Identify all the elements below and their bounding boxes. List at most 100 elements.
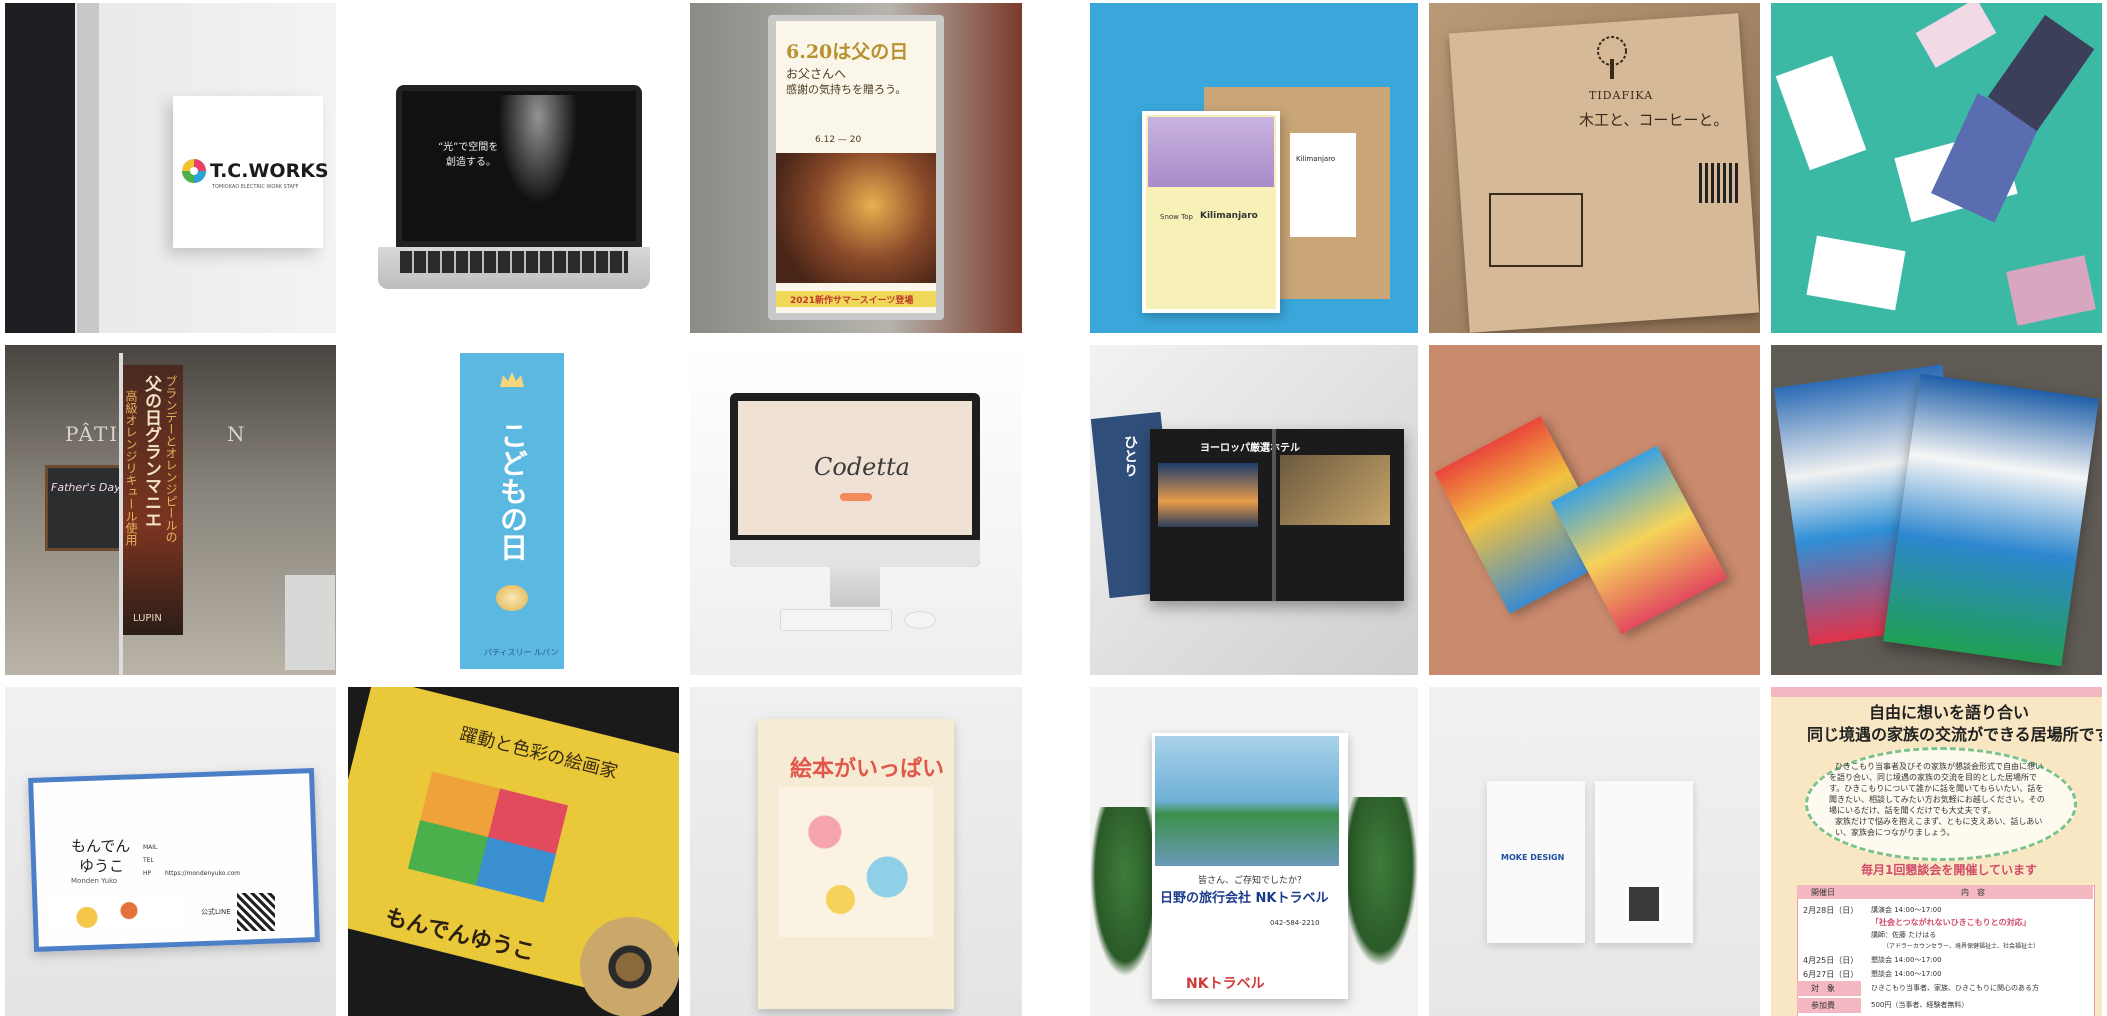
card-mail-label: MAIL (143, 844, 158, 851)
plant-left (1090, 807, 1160, 977)
card-name-roman: Monden Yuko (71, 877, 118, 885)
intro-line-5: 場にいるだけ、話を聞くだけでも大丈夫です。 (1829, 806, 1996, 815)
schedule-lecturer: 講師：佐藤 たけはる (1871, 931, 1937, 939)
screen-spotlight (498, 95, 578, 205)
poster-company-title: 日野の旅行会社 NKトラベル (1160, 891, 1329, 906)
poster-banner-text: 2021新作サマースイーツ登場 (790, 296, 914, 306)
leopard-art (580, 917, 679, 1016)
shop-sign-right: N (227, 422, 245, 446)
tidafika-title: TIDAFIKA (1589, 89, 1654, 102)
intro-line-2: を語り合い、同じ境遇の家族の交流を目的とした居場所で (1829, 773, 2037, 782)
tile-flyers-blue[interactable] (1771, 345, 2102, 675)
magazine-spine (1272, 429, 1276, 601)
mouse (904, 611, 936, 629)
card-qr-code (237, 893, 275, 931)
tile-tcworks-sign[interactable]: T.C.WORKS TOMIOKAO ELECTRIC WORK STAFF (5, 3, 336, 333)
monitor-stand (830, 567, 880, 607)
poster-phone: 042-584-2210 (1270, 919, 1320, 927)
tile-flyers-salmon[interactable] (1429, 345, 1760, 675)
schedule-content-1: 講演会 14:00～17:00 (1871, 906, 1942, 914)
target-label: 対 象 (1811, 984, 1835, 993)
plant-right (1342, 797, 1418, 967)
magazine-photo-room (1280, 455, 1390, 525)
tile-tidafika-flyer[interactable]: TIDAFIKA 木工と、コーヒーと。 (1429, 3, 1760, 333)
bag-label-text: Kilimanjaro (1296, 155, 1336, 163)
tile-patisserie-banner[interactable]: PÂTISS N Father's Day 父の日グランマニエ 高級オレンジリキ… (5, 345, 336, 675)
poster-line-1: お父さんへ (786, 67, 847, 81)
schedule-header-row (1797, 885, 2093, 899)
keyboard (780, 609, 892, 631)
poster-title: 6.20は父の日 (786, 41, 909, 63)
laptop-headline-2: 創造する。 (446, 157, 496, 168)
schedule-lecturer-role: （アドラーカウンセラー、境界保健福祉士、社会福祉士） (1883, 943, 2039, 950)
tile-codetta-website[interactable]: Codetta (690, 345, 1022, 675)
poster-cake-icon (496, 585, 528, 611)
tile-moke-design[interactable]: MOKE DESIGN (1429, 687, 1760, 1016)
poster-cake-image (776, 153, 936, 283)
menu-card-title: Kilimanjaro (1200, 211, 1258, 221)
card-hp-label: HP (143, 870, 152, 877)
schedule-date-2: 4月25日（日） (1803, 956, 1859, 965)
door-frame (77, 3, 99, 333)
flyer-top-band (1771, 687, 2102, 697)
schedule-content-2: 懇談会 14:00～17:00 (1871, 956, 1942, 964)
flyer-right (1550, 445, 1728, 635)
tile-picture-book-flyer[interactable]: 絵本がいっぱい (690, 687, 1022, 1016)
tcworks-logo-text: T.C.WORKS (210, 160, 329, 182)
poster-dates: 6.12 — 20 (815, 135, 862, 145)
laptop-keys (400, 251, 628, 273)
tcworks-logo-icon (182, 159, 206, 183)
codetta-logo: Codetta (814, 453, 910, 481)
air-conditioner (285, 575, 335, 670)
flyer-headline-2: 同じ境遇の家族の交流ができる居場所です (1807, 725, 2102, 744)
intro-line-6: 家族だけで悩みを抱えこまず、ともに支えあい、話しあい (1835, 817, 2043, 826)
tile-kilimanjaro-package[interactable]: Kilimanjaro Snow Top Kilimanjaro (1090, 3, 1418, 333)
magazine-headline: ヨーロッパ厳選ホテル (1200, 443, 1300, 454)
tile-fathers-day-poster[interactable]: 6.20は父の日 お父さんへ 感謝の気持ちを贈ろう。 6.12 — 20 202… (690, 3, 1022, 333)
bag-label (1290, 133, 1356, 237)
fee-label: 参加費 (1811, 1001, 1835, 1010)
flyer-map (1489, 193, 1583, 267)
banner-sub-text-2: ブランデーとオレンジピールの (164, 375, 178, 543)
tile-nk-travel-poster[interactable]: 皆さん、ご存知でしたか？ 日野の旅行会社 NKトラベル 042-584-2210… (1090, 687, 1418, 1016)
tidafika-tagline: 木工と、コーヒーと。 (1579, 111, 1729, 129)
card-name-2: ゆうこ (79, 857, 125, 875)
flyer-front (1883, 373, 2099, 667)
target-value: ひきこもり当事者、家族、ひきこもりに関心のある方 (1871, 984, 2039, 992)
card-tel-label: TEL (143, 857, 154, 864)
crown-icon (500, 372, 524, 387)
codetta-button (840, 493, 872, 501)
poster-logo: NKトラベル (1186, 976, 1265, 992)
poster-shop-name: パティスリー ルパン (484, 648, 559, 657)
card-6 (2006, 255, 2096, 326)
card-flower-illustration (45, 897, 185, 931)
banner-sub-text-1: 高級オレンジリキュール使用 (124, 390, 138, 546)
banner-brand: LUPIN (133, 613, 162, 624)
magazine-back-title: ひとり (1122, 435, 1138, 477)
schedule-col-date: 開催日 (1811, 888, 1835, 897)
moke-logo-text: MOKE DESIGN (1501, 853, 1565, 862)
tile-business-cards-teal[interactable] (1771, 3, 2102, 333)
tile-travel-magazine[interactable]: ひとり ヨーロッパ厳選ホテル (1090, 345, 1418, 675)
tile-kodomo-no-hi[interactable]: こどもの日 パティスリー ルパン (348, 345, 679, 675)
intro-line-7: い、家族会につながりましょう。 (1835, 828, 1955, 837)
card-5 (1806, 235, 1906, 311)
poster-title-vertical: こどもの日 (496, 421, 529, 561)
intro-line-3: す。ひきこもりについて誰かに話を聞いてもらいたい、話を (1829, 784, 2044, 793)
envelope-front (1487, 781, 1585, 943)
fee-value: 500円（当事者、経験者無料） (1871, 1001, 1969, 1009)
card-name-1: もんでん (71, 837, 131, 855)
card-7 (1915, 3, 1997, 68)
schedule-date-1: 2月28日（日） (1803, 906, 1859, 915)
card-1 (1775, 55, 1867, 171)
tile-monden-yuko-card[interactable]: もんでん ゆうこ Monden Yuko MAIL TEL HP https:/… (5, 687, 336, 1016)
schedule-content-3: 懇談会 14:00～17:00 (1871, 970, 1942, 978)
intro-line-1: ひきこもり当事者及びその家族が懇談会形式で自由に想い (1835, 762, 2043, 771)
magazine-photo-sunset (1158, 463, 1258, 527)
tile-laptop-website[interactable]: “光”で空間を 創造する。 (348, 3, 679, 333)
poster-line-2: 感謝の気持ちを贈ろう。 (786, 83, 907, 96)
tile-family-meeting-flyer[interactable]: 自由に想いを語り合い 同じ境遇の家族の交流ができる居場所です ひきこもり当事者及… (1771, 687, 2102, 1016)
flyer-illustration (778, 787, 934, 937)
tile-painting-card[interactable]: 躍動と色彩の絵画家 もんでんゆうこ (348, 687, 679, 1016)
schedule-col-content: 内 容 (1961, 888, 1985, 897)
